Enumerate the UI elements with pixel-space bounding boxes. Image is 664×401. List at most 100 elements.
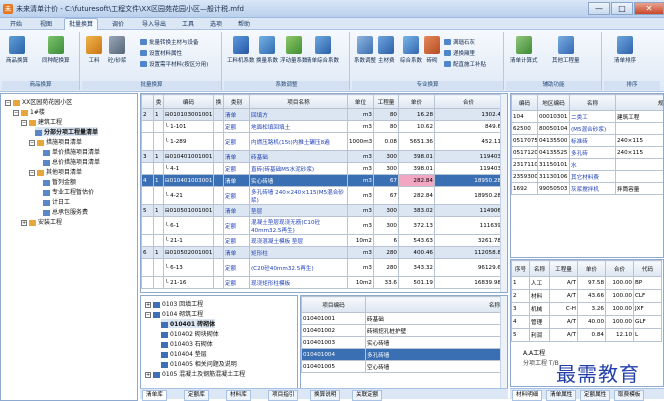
table-cell[interactable]: 清单: [223, 204, 250, 217]
table-cell[interactable]: m3: [347, 258, 374, 277]
table-cell[interactable]: m3: [347, 108, 374, 121]
table-cell[interactable]: 定额: [223, 120, 250, 133]
table-cell[interactable]: [213, 108, 224, 121]
tab-convert-notes[interactable]: 换算说明: [310, 390, 341, 401]
table-cell[interactable]: 1: [153, 108, 164, 121]
table-cell[interactable]: 119403: [434, 150, 503, 163]
table-row[interactable]: 62500 80050104 (M5混合砂浆): [511, 122, 663, 135]
table-cell[interactable]: 282.84: [398, 186, 435, 205]
table-cell[interactable]: [141, 234, 154, 247]
col-header[interactable]: 工程量: [373, 94, 399, 109]
table-cell[interactable]: 240×115: [615, 146, 663, 159]
table-cell[interactable]: 机械: [529, 302, 550, 316]
table-cell[interactable]: m3: [347, 174, 374, 187]
table-row[interactable]: 2359300 31130106 其它材料费: [511, 170, 663, 183]
table-row[interactable]: └ 1-101 定额 地面松填回填土 m3 80 10.62 849.6: [141, 120, 503, 133]
table-cell[interactable]: 垫层: [249, 204, 348, 217]
table-cell[interactable]: [153, 132, 164, 151]
col-header[interactable]: 合价: [434, 94, 503, 109]
table-cell[interactable]: [213, 132, 224, 151]
table-cell[interactable]: 398.01: [398, 162, 435, 175]
table-cell[interactable]: 0.84: [577, 328, 606, 342]
list-formula-button[interactable]: 清单计算式: [510, 36, 538, 64]
expander[interactable]: −: [21, 119, 27, 126]
table-row[interactable]: 4 1 ⊟010401003001 清单 实心砖墙 m3 67 282.84 18950.28: [141, 174, 503, 187]
table-cell[interactable]: 实心砖墙: [365, 336, 502, 349]
table-cell[interactable]: 管理: [529, 315, 550, 329]
tab-material-detail[interactable]: 材料明细: [512, 390, 543, 401]
table-cell[interactable]: 定额: [223, 234, 250, 247]
table-cell[interactable]: (M5混合砂浆): [569, 122, 616, 135]
table-cell[interactable]: 80: [373, 108, 399, 121]
table-cell[interactable]: └ 6-13: [163, 258, 214, 277]
table-cell[interactable]: 砖基础: [365, 312, 502, 325]
table-row[interactable]: 0517120 04135525 多孔砖 240×115: [511, 146, 663, 159]
table-cell[interactable]: 240×115: [615, 134, 663, 147]
table-cell[interactable]: ⊟010401003001: [163, 174, 214, 187]
table-cell[interactable]: 清单: [223, 150, 250, 163]
table-cell[interactable]: 543.63: [398, 234, 435, 247]
col-header[interactable]: 类别: [223, 94, 250, 109]
table-row[interactable]: 0517075 04135500 标准砖 240×115: [511, 134, 663, 147]
table-cell[interactable]: 62500: [511, 122, 538, 135]
table-cell[interactable]: 混凝土垫层现浇无筋(C10砼40mm32.5再生): [249, 216, 348, 235]
expander[interactable]: +: [21, 219, 27, 226]
tree-item[interactable]: 010402 砌块砌体: [161, 329, 219, 338]
table-cell[interactable]: └ 4-1: [163, 162, 214, 175]
table-row[interactable]: └ 1-289 定额 内燃压路机(15t)内推土碾压8遍 1000m3 0.08 5651…: [141, 132, 503, 151]
table-cell[interactable]: [213, 216, 224, 235]
table-cell[interactable]: ⊟010501001001: [163, 204, 214, 217]
table-cell[interactable]: [213, 204, 224, 217]
col-header[interactable]: 名称: [569, 94, 616, 111]
table-cell[interactable]: 31130106: [537, 170, 570, 183]
table-cell[interactable]: m3: [347, 204, 374, 217]
tab-help[interactable]: 帮助: [234, 19, 254, 30]
col-header[interactable]: 编码: [163, 94, 214, 109]
table-row[interactable]: 2 材料 A/T 43.66 100.00 CLF: [511, 289, 662, 303]
list-item[interactable]: 010401001 砖基础: [301, 312, 502, 325]
float-coef-button[interactable]: 浮动量系数: [280, 36, 308, 64]
table-cell[interactable]: 多孔砖墙: [365, 348, 502, 361]
labor-machine-coef-button[interactable]: 工料机系数: [227, 36, 255, 64]
table-cell[interactable]: [213, 246, 224, 259]
table-cell[interactable]: 16839.98: [434, 276, 503, 289]
tree-item[interactable]: 专业工程暂估价: [43, 187, 94, 196]
table-cell[interactable]: 2359300: [511, 170, 538, 183]
table-cell[interactable]: 33.6: [373, 276, 399, 289]
table-row[interactable]: 5 利润 A/T 0.84 12.10 L: [511, 328, 662, 342]
table-cell[interactable]: 3.26: [577, 302, 606, 316]
subsidy-button[interactable]: 配直施工补贴: [444, 60, 486, 68]
table-cell[interactable]: 回填方: [249, 108, 348, 121]
table-cell[interactable]: 砖砌挖孔桩护壁: [365, 324, 502, 337]
expander[interactable]: −: [5, 99, 11, 106]
tab-view[interactable]: 视图: [36, 19, 56, 30]
table-cell[interactable]: 1: [153, 174, 164, 187]
list-item[interactable]: 010401002 砖砌挖孔桩护壁: [301, 324, 502, 337]
table-cell[interactable]: 112058.8: [434, 246, 503, 259]
table-cell[interactable]: [153, 258, 164, 277]
col-header[interactable]: [141, 94, 154, 109]
table-cell[interactable]: └ 1-101: [163, 120, 214, 133]
tab-list-attr[interactable]: 清单属性: [546, 390, 577, 401]
concrete-mortar-button[interactable]: 砼/砂浆: [108, 36, 126, 64]
tree-item[interactable]: 分部分项工程量清单: [35, 127, 99, 136]
table-cell[interactable]: 43.66: [577, 289, 606, 303]
table-cell[interactable]: 40.00: [577, 315, 606, 329]
tab-related-quota[interactable]: 关联定额: [352, 390, 383, 401]
expander[interactable]: −: [145, 311, 151, 318]
col-header[interactable]: 序号: [511, 260, 530, 277]
table-cell[interactable]: [615, 170, 663, 183]
table-cell[interactable]: BP: [633, 276, 662, 290]
tree-item[interactable]: −1#楼: [13, 107, 45, 116]
table-cell[interactable]: 18950.28: [434, 186, 503, 205]
table-cell[interactable]: 1000m3: [347, 132, 374, 151]
table-cell[interactable]: [213, 276, 224, 289]
table-cell[interactable]: [141, 186, 154, 205]
col-header[interactable]: 代码: [633, 260, 662, 277]
tree-item[interactable]: − XX区园苑花园小区: [5, 97, 72, 106]
table-cell[interactable]: 343.32: [398, 258, 435, 277]
table-cell[interactable]: 398.01: [398, 150, 435, 163]
col-header[interactable]: 单位: [347, 94, 374, 109]
convert-coef-button[interactable]: 换量系数: [256, 36, 278, 64]
table-cell[interactable]: 16.28: [398, 108, 435, 121]
